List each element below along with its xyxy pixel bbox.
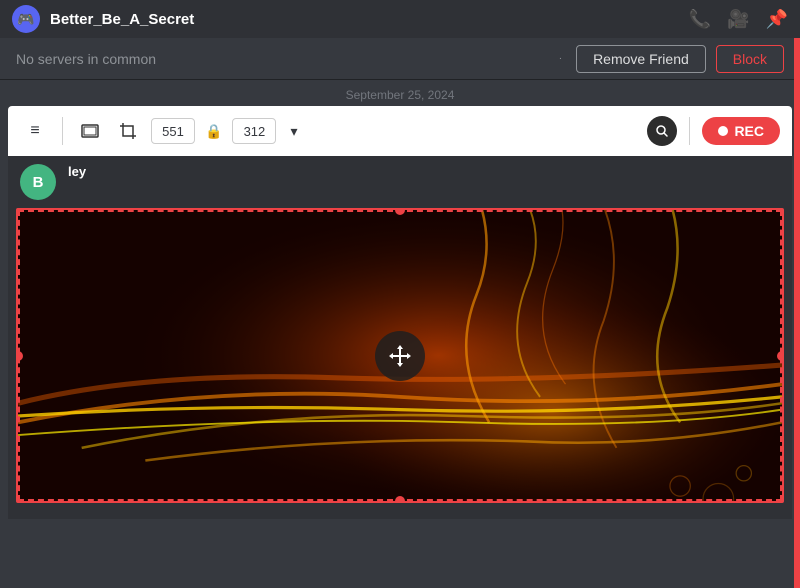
divider-2 — [689, 117, 690, 145]
lock-icon: 🔒 — [205, 123, 222, 140]
screenshot-toolbar: ≡ 🔒 ▾ REC — [8, 106, 792, 156]
dropdown-button[interactable]: ▾ — [284, 119, 303, 144]
divider-1 — [62, 117, 63, 145]
handle-right[interactable] — [777, 351, 782, 361]
width-input[interactable] — [151, 118, 195, 144]
action-bar: No servers in common · Remove Friend Blo… — [0, 38, 800, 80]
chat-message: B ley — [8, 156, 792, 208]
screen-capture-button[interactable] — [75, 116, 105, 146]
height-input[interactable] — [232, 118, 276, 144]
selected-image[interactable] — [16, 208, 784, 503]
scrollbar[interactable] — [794, 38, 800, 588]
chat-username: ley — [68, 164, 86, 179]
layout-icon-button[interactable]: ≡ — [20, 116, 50, 146]
content-area: B ley — [8, 156, 792, 519]
no-servers-text: No servers in common — [16, 51, 545, 67]
rec-dot — [718, 126, 728, 136]
move-icon[interactable] — [375, 331, 425, 381]
username-title: Better_Be_A_Secret — [50, 11, 679, 28]
search-button[interactable] — [647, 116, 677, 146]
date-separator: September 25, 2024 — [0, 80, 800, 106]
date-text: September 25, 2024 — [346, 88, 455, 102]
crop-button[interactable] — [113, 116, 143, 146]
image-container[interactable] — [16, 208, 784, 503]
image-background — [18, 210, 782, 501]
avatar-initial: B — [33, 174, 44, 191]
video-icon[interactable]: 🎥 — [727, 9, 749, 30]
rec-label: REC — [734, 123, 764, 139]
title-bar-icons: 📞 🎥 📌 — [689, 9, 788, 30]
pin-icon[interactable]: 📌 — [766, 9, 788, 30]
avatar: B — [20, 164, 56, 200]
separator: · — [559, 53, 562, 64]
remove-friend-button[interactable]: Remove Friend — [576, 45, 706, 73]
handle-bottom[interactable] — [395, 496, 405, 501]
title-bar: 🎮 Better_Be_A_Secret 📞 🎥 📌 — [0, 0, 800, 38]
discord-logo: 🎮 — [12, 5, 40, 33]
rec-button[interactable]: REC — [702, 117, 780, 145]
phone-icon[interactable]: 📞 — [689, 9, 711, 30]
block-button[interactable]: Block — [716, 45, 784, 73]
